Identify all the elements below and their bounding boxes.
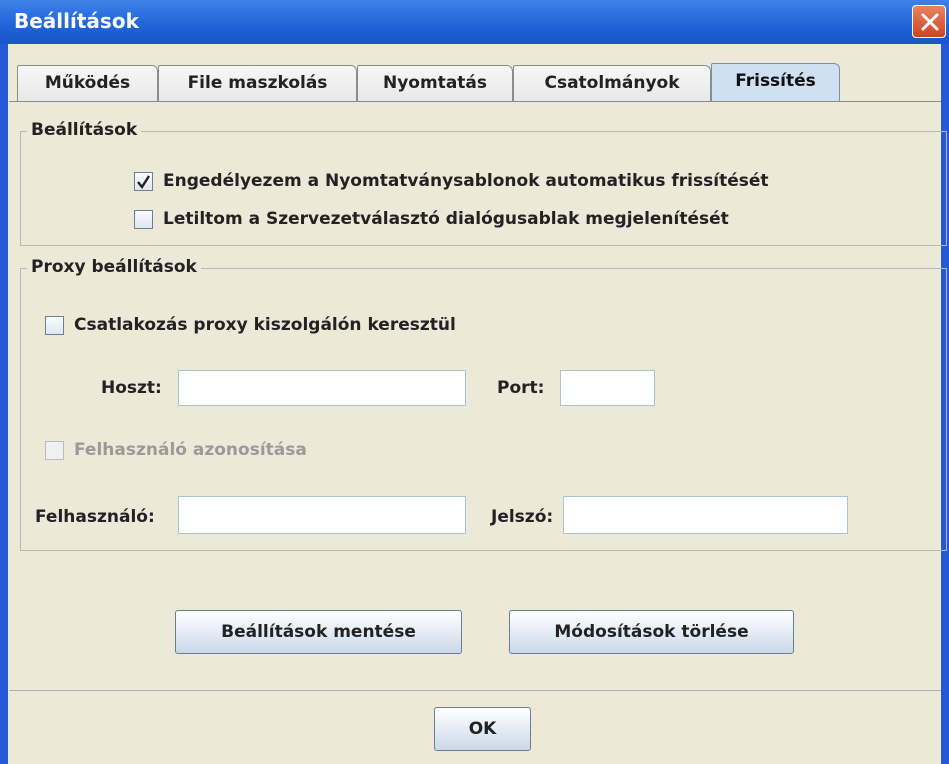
user-input[interactable]	[178, 496, 466, 534]
window-frame-left	[0, 44, 8, 764]
settings-group-legend: Beállítások	[27, 120, 142, 140]
save-settings-button[interactable]: Beállítások mentése	[175, 610, 462, 654]
user-auth-label: Felhasználó azonosítása	[74, 440, 307, 460]
close-icon	[921, 13, 939, 31]
tab-csatolmanyok[interactable]: Csatolmányok	[513, 65, 711, 101]
use-proxy-checkbox[interactable]	[45, 316, 64, 335]
user-auth-checkbox[interactable]	[45, 441, 64, 460]
check-icon	[137, 175, 151, 189]
host-label: Hoszt:	[101, 378, 162, 398]
ok-button[interactable]: OK	[434, 707, 531, 751]
disable-org-dialog-label: Letiltom a Szervezetválasztó dialógusabl…	[163, 209, 729, 229]
tab-frissites[interactable]: Frissítés	[711, 63, 840, 102]
auto-update-checkbox[interactable]	[134, 172, 153, 191]
title-bar: Beállítások	[0, 0, 949, 44]
port-input[interactable]	[560, 370, 655, 406]
tab-file-maszkolas[interactable]: File maszkolás	[158, 65, 357, 101]
auto-update-label: Engedélyezem a Nyomtatványsablonok autom…	[163, 171, 769, 191]
user-label: Felhasználó:	[35, 507, 155, 527]
use-proxy-label: Csatlakozás proxy kiszolgálón keresztül	[74, 315, 456, 335]
close-button[interactable]	[912, 5, 946, 38]
footer-separator	[9, 690, 941, 691]
password-label: Jelszó:	[491, 507, 554, 527]
disable-org-dialog-checkbox[interactable]	[134, 210, 153, 229]
proxy-group-legend: Proxy beállítások	[27, 257, 201, 277]
port-label: Port:	[497, 378, 545, 398]
tab-nyomtatas[interactable]: Nyomtatás	[357, 65, 513, 101]
window-title: Beállítások	[14, 9, 139, 33]
settings-dialog: Beállítások Működés File maszkolás Nyomt…	[0, 0, 949, 764]
discard-changes-button[interactable]: Módosítások törlése	[509, 610, 794, 654]
host-input[interactable]	[178, 370, 466, 406]
password-input[interactable]	[563, 496, 848, 534]
tab-mukodes[interactable]: Működés	[17, 65, 158, 101]
